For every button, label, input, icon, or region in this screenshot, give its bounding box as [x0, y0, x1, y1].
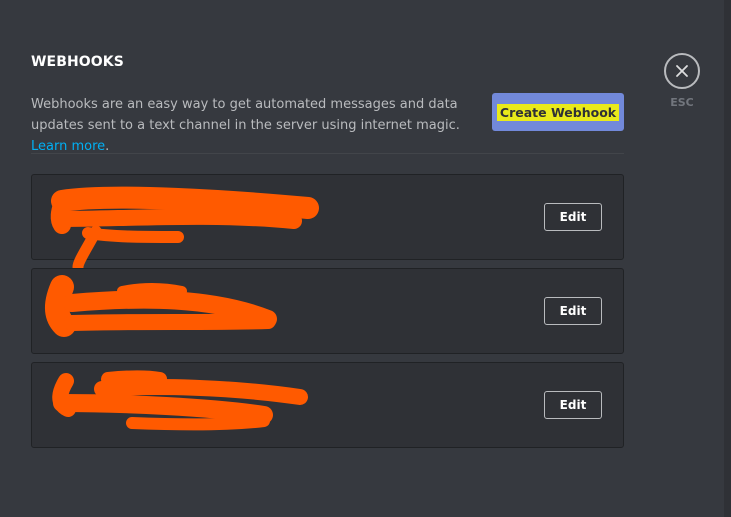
redaction-scribble — [45, 275, 277, 337]
webhooks-description: Webhooks are an easy way to get automate… — [31, 94, 476, 157]
description-text: Webhooks are an easy way to get automate… — [31, 97, 460, 133]
close-icon — [675, 64, 689, 78]
webhook-row[interactable]: Edit — [31, 174, 624, 273]
webhooks-settings-page: WEBHOOKS Webhooks are an easy way to get… — [0, 0, 731, 517]
section-divider — [31, 153, 624, 154]
redaction-scribble — [50, 186, 319, 273]
close-control: ESC — [664, 53, 700, 109]
esc-hint: ESC — [670, 96, 694, 109]
webhook-row[interactable]: Edit — [31, 268, 624, 354]
edit-webhook-button[interactable]: Edit — [544, 203, 602, 231]
learn-more-link[interactable]: Learn more — [31, 139, 105, 154]
create-webhook-label: Create Webhook — [496, 103, 620, 121]
scrollbar-track — [724, 0, 731, 517]
page-title: WEBHOOKS — [31, 54, 124, 70]
description-period: . — [105, 139, 110, 154]
redaction-scribble — [52, 370, 308, 431]
webhook-row[interactable]: Edit — [31, 362, 624, 448]
edit-webhook-button[interactable]: Edit — [544, 297, 602, 325]
create-webhook-button[interactable]: Create Webhook — [492, 93, 624, 131]
close-button[interactable] — [664, 53, 700, 89]
edit-webhook-button[interactable]: Edit — [544, 391, 602, 419]
